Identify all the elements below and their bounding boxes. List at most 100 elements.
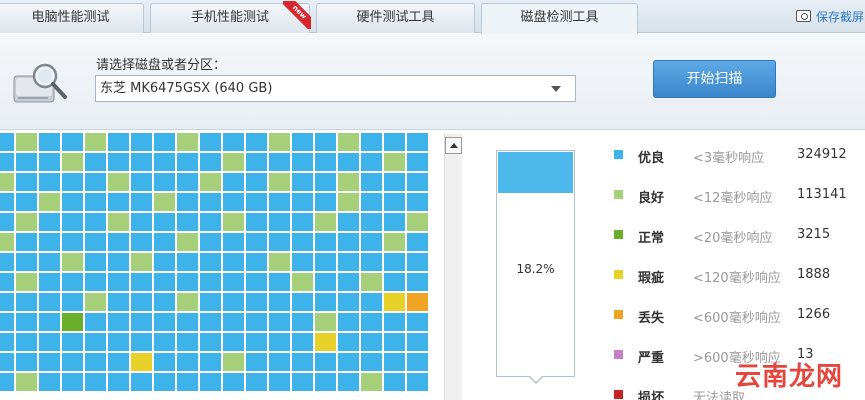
scroll-up-arrow-icon[interactable] (445, 137, 462, 154)
legend-name: 瑕疵 (638, 271, 665, 286)
disk-block (108, 313, 129, 331)
disk-select[interactable]: 东芝 MK6475GSX (640 GB) (95, 75, 576, 102)
disk-block (39, 373, 60, 391)
watermark-logo: 云南龙网 (735, 362, 844, 392)
disk-block (131, 273, 152, 291)
disk-block (154, 173, 175, 191)
vertical-scrollbar[interactable] (444, 134, 462, 400)
disk-block (108, 213, 129, 231)
disk-block (154, 373, 175, 391)
scan-progress-fill (498, 152, 573, 193)
legend-desc: <20毫秒响应 (693, 231, 773, 246)
disk-block (338, 273, 359, 291)
disk-block (177, 213, 198, 231)
disk-block (16, 253, 37, 271)
disk-block (338, 253, 359, 271)
disk-block (85, 213, 106, 231)
disk-block (407, 293, 428, 311)
disk-block (338, 213, 359, 231)
disk-block (85, 373, 106, 391)
disk-block (154, 133, 175, 151)
disk-block (361, 353, 382, 371)
disk-block (200, 233, 221, 251)
disk-block (0, 253, 14, 271)
disk-block (315, 353, 336, 371)
disk-block (200, 133, 221, 151)
start-scan-button[interactable]: 开始扫描 (653, 60, 776, 98)
legend-row-good: 良好 <12毫秒响应 113141 (612, 186, 865, 206)
disk-block (108, 173, 129, 191)
legend-row-lost: 丢失 <600毫秒响应 1266 (612, 306, 865, 326)
disk-block (361, 213, 382, 231)
disk-block (407, 353, 428, 371)
camera-icon (796, 10, 811, 22)
disk-block (384, 233, 405, 251)
disk-block (384, 293, 405, 311)
disk-block (16, 273, 37, 291)
disk-block (246, 153, 267, 171)
disk-block (177, 373, 198, 391)
disk-block (154, 193, 175, 211)
disk-block (85, 273, 106, 291)
disk-block (407, 153, 428, 171)
disk-block (0, 193, 14, 211)
disk-block (269, 133, 290, 151)
disk-block (246, 193, 267, 211)
save-screenshot-link[interactable]: 保存截屏 (796, 8, 864, 24)
disk-block (62, 173, 83, 191)
disk-magnifier-icon (13, 63, 67, 103)
disk-block (85, 253, 106, 271)
disk-block (131, 333, 152, 351)
tab-hardware-tools[interactable]: 硬件测试工具 (316, 3, 475, 33)
disk-block (407, 193, 428, 211)
disk-block (154, 333, 175, 351)
disk-block (292, 133, 313, 151)
disk-block (131, 353, 152, 371)
tab-bar: 电脑性能测试 手机性能测试 new 硬件测试工具 磁盘检测工具 保存截屏 (0, 0, 865, 34)
disk-block (16, 133, 37, 151)
legend-color-swatch (614, 390, 623, 399)
disk-prompt-label: 请选择磁盘或者分区： (96, 58, 227, 73)
disk-block (315, 233, 336, 251)
disk-block (338, 173, 359, 191)
disk-block (269, 293, 290, 311)
disk-block (177, 353, 198, 371)
disk-block (292, 253, 313, 271)
disk-block (315, 373, 336, 391)
tab-mobile-performance[interactable]: 手机性能测试 new (150, 1, 311, 33)
disk-block (338, 313, 359, 331)
disk-block (269, 253, 290, 271)
disk-block (62, 253, 83, 271)
disk-block (292, 213, 313, 231)
block-grid (0, 133, 428, 391)
tab-label: 磁盘检测工具 (520, 10, 599, 25)
disk-block (223, 353, 244, 371)
disk-block (269, 333, 290, 351)
disk-block (177, 193, 198, 211)
disk-block (223, 253, 244, 271)
legend-row-normal: 正常 <20毫秒响应 3215 (612, 226, 865, 246)
disk-block (315, 153, 336, 171)
disk-block (407, 173, 428, 191)
disk-block (108, 273, 129, 291)
disk-block (407, 273, 428, 291)
disk-block (0, 333, 14, 351)
disk-block (108, 233, 129, 251)
disk-block (0, 233, 14, 251)
tab-disk-check[interactable]: 磁盘检测工具 (481, 3, 638, 34)
disk-block (315, 173, 336, 191)
disk-block (407, 133, 428, 151)
disk-block (39, 253, 60, 271)
disk-block (384, 273, 405, 291)
disk-block (246, 313, 267, 331)
disk-block (407, 253, 428, 271)
disk-block (0, 213, 14, 231)
disk-block (361, 253, 382, 271)
disk-block (39, 313, 60, 331)
disk-block (154, 253, 175, 271)
disk-block (361, 233, 382, 251)
disk-block (39, 213, 60, 231)
disk-block (177, 173, 198, 191)
tab-pc-performance[interactable]: 电脑性能测试 (0, 3, 144, 33)
save-screenshot-label: 保存截屏 (816, 9, 865, 24)
